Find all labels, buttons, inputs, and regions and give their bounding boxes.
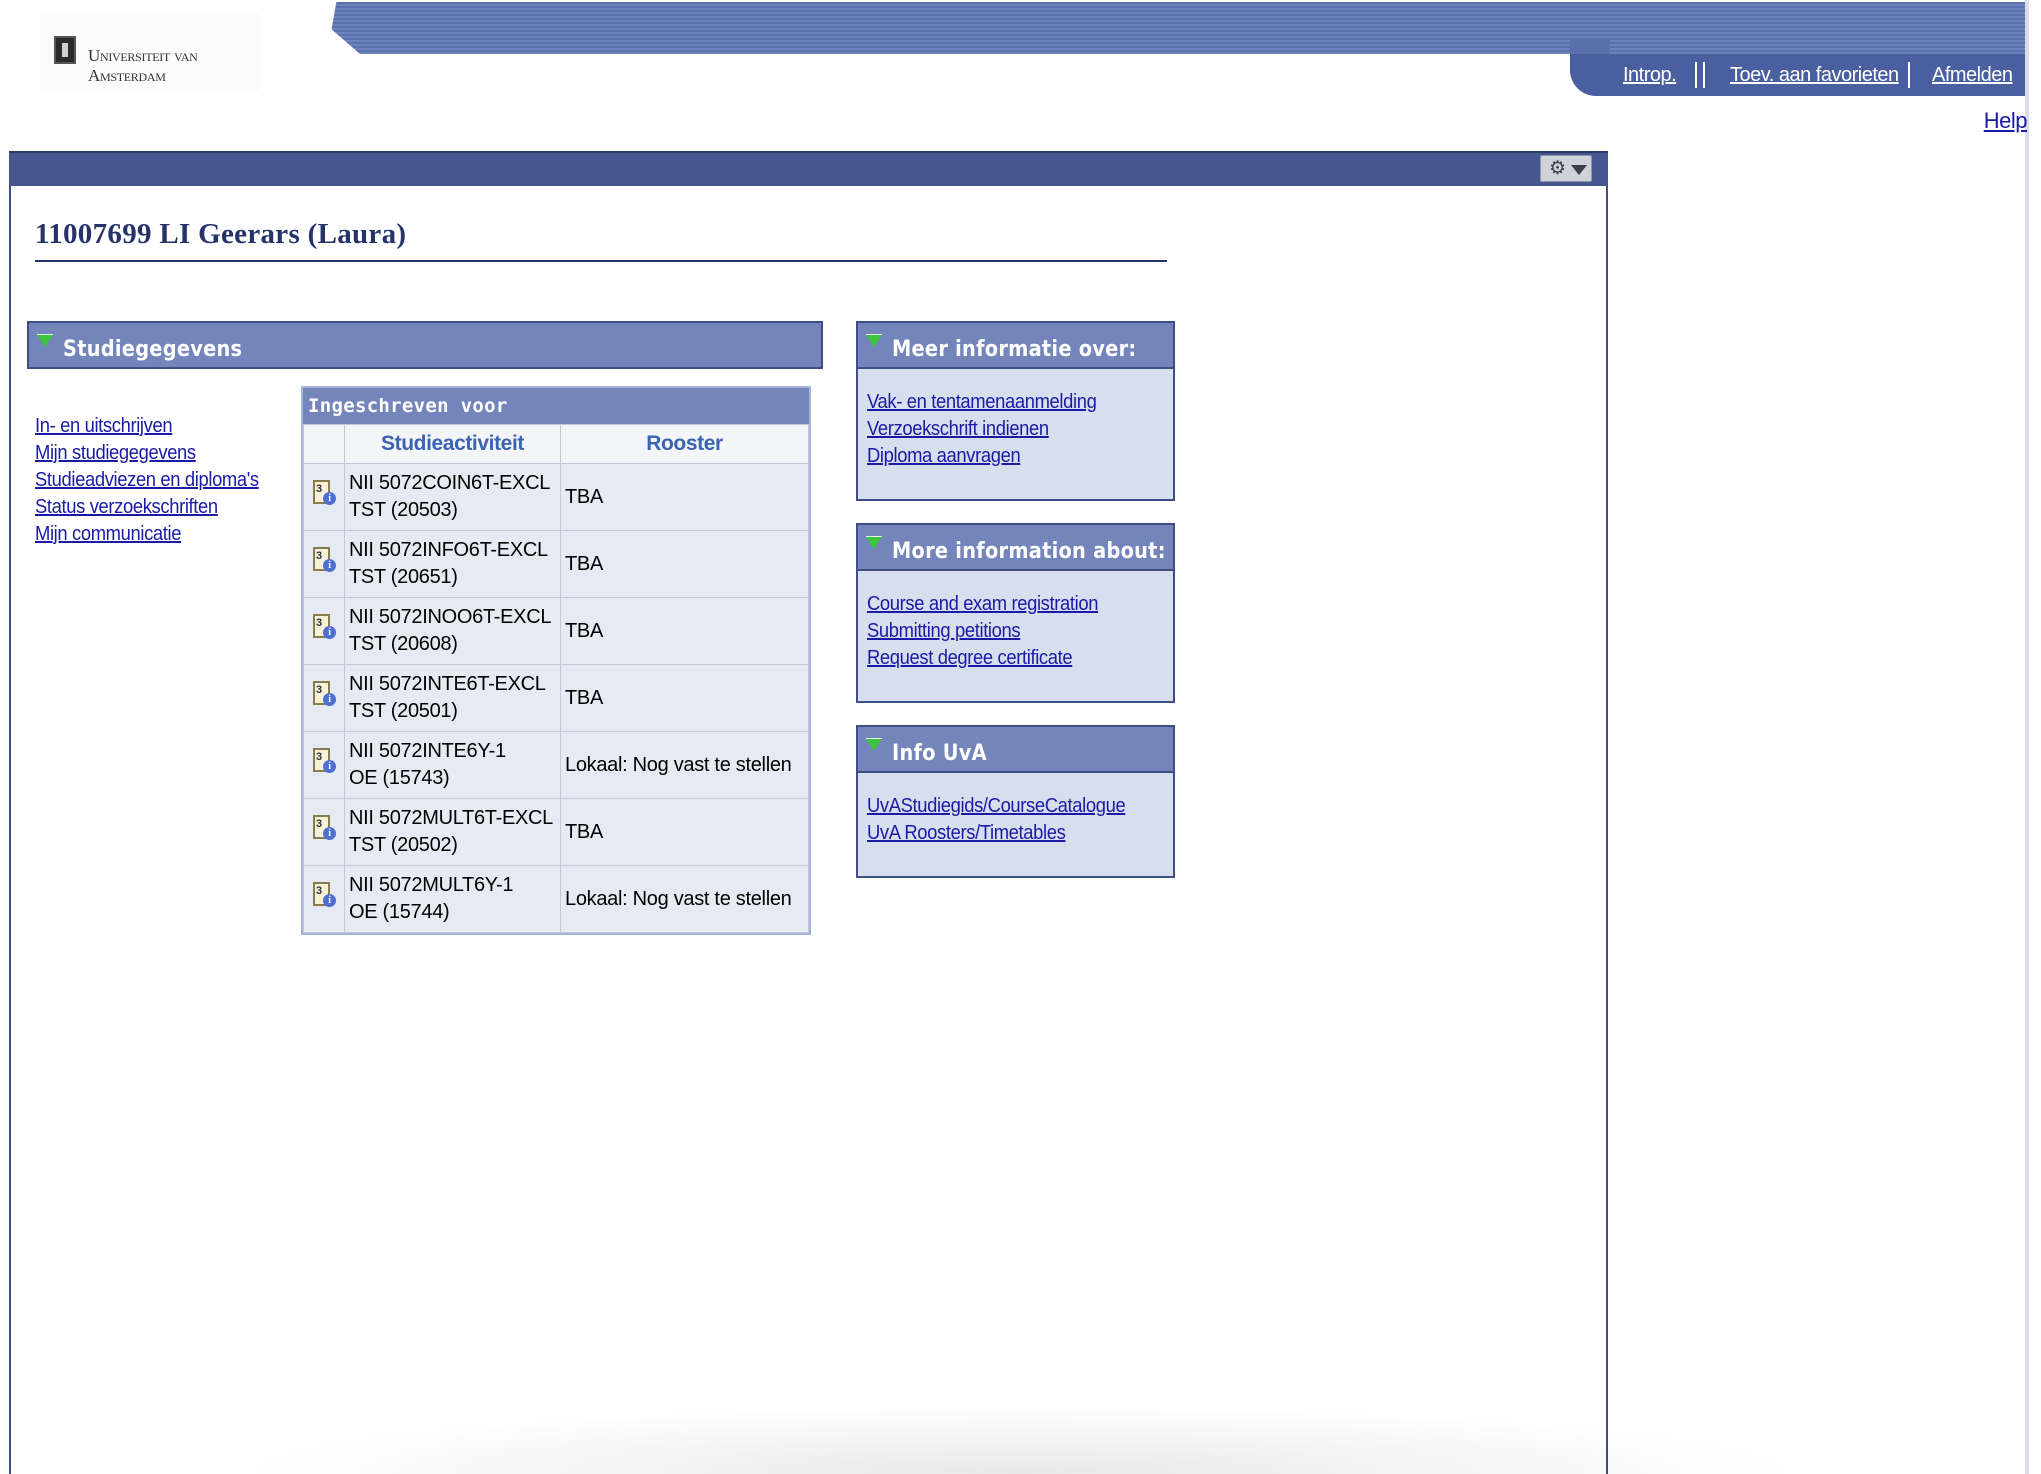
more-information-header[interactable]: More information about: [856, 523, 1175, 571]
link-course-exam-registration[interactable]: Course and exam registration [867, 591, 1149, 618]
link-mijn-communicatie[interactable]: Mijn communicatie [35, 521, 259, 548]
calendar-info-icon[interactable]: i [312, 612, 336, 642]
triangle-down-icon[interactable] [866, 334, 882, 347]
activity-cell: NII 5072COIN6T-EXCL TST (20503) [344, 463, 561, 531]
icon-cell: i [303, 664, 345, 732]
icon-cell: i [303, 530, 345, 598]
chevron-down-icon [1571, 165, 1587, 175]
link-studiegids[interactable]: UvAStudiegids/CourseCatalogue [867, 793, 1149, 820]
enrolled-table: Ingeschreven voor Studieactiviteit Roost… [301, 386, 811, 935]
help-link[interactable]: Help [1984, 108, 2028, 134]
rooster-cell: TBA [560, 530, 809, 598]
banner-curve [300, 2, 370, 58]
studiegegevens-header[interactable]: Studiegegevens [27, 321, 823, 369]
info-uva-links: UvAStudiegids/CourseCatalogue UvA Rooste… [858, 775, 1173, 857]
more-information-links: Course and exam registration Submitting … [858, 573, 1173, 682]
link-vak-tentamenaanmelding[interactable]: Vak- en tentamenaanmelding [867, 389, 1149, 416]
calendar-info-icon[interactable]: i [312, 746, 336, 776]
link-mijn-studiegegevens[interactable]: Mijn studiegegevens [35, 440, 259, 467]
icon-column-header [303, 424, 345, 464]
title-divider [35, 260, 1167, 262]
icon-cell: i [303, 731, 345, 799]
table-row: i NII 5072INTE6Y-1OE (15743) Lokaal: Nog… [303, 731, 809, 799]
link-request-degree-certificate[interactable]: Request degree certificate [867, 645, 1149, 672]
triangle-down-icon[interactable] [866, 536, 882, 549]
calendar-info-icon[interactable]: i [312, 880, 336, 910]
column-header-rooster[interactable]: Rooster [560, 424, 809, 464]
header-nav: Introp. Toev. aan favorieten Afmelden [1570, 54, 2025, 96]
studiegegevens-links: In- en uitschrijven Mijn studiegegevens … [35, 413, 278, 548]
nav-favorites-link[interactable]: Toev. aan favorieten [1730, 64, 1899, 87]
table-row: i NII 5072INTE6T-EXCLTST (20501) TBA [303, 664, 809, 732]
table-row: i NII 5072COIN6T-EXCLTST (20503) TBA [303, 463, 809, 531]
info-uva-box: Info UvA UvAStudiegids/CourseCatalogue U… [856, 725, 1175, 878]
rooster-cell: TBA [560, 597, 809, 665]
triangle-down-icon[interactable] [37, 334, 53, 347]
rooster-cell: TBA [560, 463, 809, 531]
uva-crest-icon [54, 36, 76, 64]
section-title: More information about: [892, 539, 1166, 564]
info-uva-header[interactable]: Info UvA [856, 725, 1175, 773]
activity-cell: NII 5072INTE6Y-1 OE (15743) [344, 731, 561, 799]
meer-informatie-links: Vak- en tentamenaanmelding Verzoekschrif… [858, 371, 1173, 480]
icon-cell: i [303, 463, 345, 531]
rooster-cell: Lokaal: Nog vast te stellen [560, 731, 809, 799]
activity-cell: NII 5072INTE6T-EXCL TST (20501) [344, 664, 561, 732]
rooster-cell: Lokaal: Nog vast te stellen [560, 865, 809, 933]
section-title: Studiegegevens [63, 337, 243, 362]
table-caption: Ingeschreven voor [303, 388, 809, 424]
logo-text: Universiteit van Amsterdam [88, 46, 198, 85]
uva-logo[interactable]: Universiteit van Amsterdam [40, 14, 260, 90]
icon-cell: i [303, 798, 345, 866]
activity-cell: NII 5072MULT6Y-1 OE (15744) [344, 865, 561, 933]
link-verzoekschrift-indienen[interactable]: Verzoekschrift indienen [867, 416, 1149, 443]
nav-separator [1908, 62, 1910, 88]
nav-logout-link[interactable]: Afmelden [1932, 64, 2013, 87]
nav-separator [1695, 62, 1697, 88]
triangle-down-icon[interactable] [866, 738, 882, 751]
icon-cell: i [303, 597, 345, 665]
activity-cell: NII 5072INFO6T-EXCL TST (20651) [344, 530, 561, 598]
table-row: i NII 5072INFO6T-EXCLTST (20651) TBA [303, 530, 809, 598]
calendar-info-icon[interactable]: i [312, 679, 336, 709]
icon-cell: i [303, 865, 345, 933]
activity-cell: NII 5072INOO6T-EXCL TST (20608) [344, 597, 561, 665]
table-row: i NII 5072INOO6T-EXCLTST (20608) TBA [303, 597, 809, 665]
page-title: 11007699 LI Geerars (Laura) [35, 218, 407, 250]
meer-informatie-header[interactable]: Meer informatie over: [856, 321, 1175, 369]
meer-informatie-box: Meer informatie over: Vak- en tentamenaa… [856, 321, 1175, 501]
table-row: i NII 5072MULT6T-EXCLTST (20502) TBA [303, 798, 809, 866]
activity-cell: NII 5072MULT6T-EXCL TST (20502) [344, 798, 561, 866]
page-options-button[interactable]: ⚙ [1540, 155, 1592, 182]
more-information-box: More information about: Course and exam … [856, 523, 1175, 703]
page-header: Universiteit van Amsterdam Introp. Toev.… [0, 0, 2041, 100]
content-title-bar [9, 151, 1608, 186]
calendar-info-icon[interactable]: i [312, 545, 336, 575]
bottom-shadow [230, 1405, 1810, 1474]
section-title: Info UvA [892, 741, 987, 766]
link-status-verzoekschriften[interactable]: Status verzoekschriften [35, 494, 259, 521]
section-title: Meer informatie over: [892, 337, 1137, 362]
link-diploma-aanvragen[interactable]: Diploma aanvragen [867, 443, 1149, 470]
link-submitting-petitions[interactable]: Submitting petitions [867, 618, 1149, 645]
header-banner [300, 2, 2025, 54]
nav-intro-link[interactable]: Introp. [1623, 64, 1677, 87]
calendar-info-icon[interactable]: i [312, 478, 336, 508]
table-row: i NII 5072MULT6Y-1OE (15744) Lokaal: Nog… [303, 865, 809, 933]
calendar-info-icon[interactable]: i [312, 813, 336, 843]
link-studieadviezen[interactable]: Studieadviezen en diploma's [35, 467, 259, 494]
link-roosters[interactable]: UvA Roosters/Timetables [867, 820, 1149, 847]
column-header-studieactiviteit[interactable]: Studieactiviteit [344, 424, 561, 464]
gear-icon: ⚙ [1549, 158, 1567, 179]
link-in-uitschrijven[interactable]: In- en uitschrijven [35, 413, 259, 440]
window-edge [2025, 0, 2029, 1474]
nav-separator [1703, 62, 1705, 88]
rooster-cell: TBA [560, 798, 809, 866]
rooster-cell: TBA [560, 664, 809, 732]
